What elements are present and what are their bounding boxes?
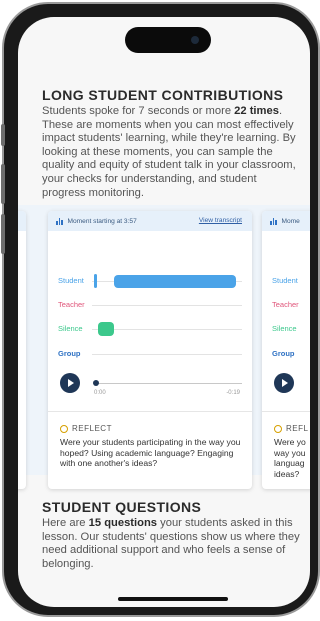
row-label-student: Student <box>272 276 298 285</box>
play-button[interactable] <box>274 373 294 393</box>
reflect-label: REFL <box>274 424 308 433</box>
volume-up-button <box>1 164 5 204</box>
card-divider <box>262 411 310 412</box>
moment-start-time: Mome <box>281 217 300 225</box>
student-segment <box>94 274 97 288</box>
scrubber-handle[interactable] <box>93 380 99 386</box>
home-indicator[interactable] <box>118 597 228 601</box>
phone-screen: LONG STUDENT CONTRIBUTIONS Students spok… <box>18 17 310 607</box>
group-track <box>92 354 242 355</box>
student-segment <box>114 275 236 288</box>
teacher-track <box>92 305 242 306</box>
lightbulb-icon <box>60 424 68 433</box>
student-questions-intro: Here are 15 questions your students aske… <box>42 517 300 570</box>
row-label-silence: Silence <box>58 324 83 333</box>
time-remaining: -0:19 <box>226 390 240 396</box>
audio-scrubber[interactable] <box>94 383 242 384</box>
reflect-label: REFLECT <box>60 424 112 433</box>
row-label-group: Group <box>58 349 81 358</box>
moment-card: Moment starting at 3:57 View transcript … <box>48 211 252 489</box>
moment-card-header: Mome <box>262 211 310 231</box>
moment-card-next[interactable]: Mome Student Teacher Silence Group REFL … <box>262 211 310 489</box>
row-label-student: Student <box>58 276 84 285</box>
silence-track <box>92 329 242 330</box>
bar-chart-icon <box>270 217 277 225</box>
moment-card-header <box>18 211 26 231</box>
volume-down-button <box>1 214 5 254</box>
row-label-teacher: Teacher <box>272 300 299 309</box>
camera-icon <box>191 36 199 44</box>
scroll-content[interactable]: LONG STUDENT CONTRIBUTIONS Students spok… <box>18 17 310 607</box>
silence-segment <box>98 322 114 336</box>
section-title-student-questions: STUDENT QUESTIONS <box>42 499 202 515</box>
view-transcript-link[interactable]: View transcript <box>199 217 242 224</box>
card-divider <box>48 411 252 412</box>
reflect-prompt: Were yo way you languag ideas? <box>274 437 306 479</box>
reflect-prompt: Were your students participating in the … <box>60 437 241 468</box>
lightbulb-icon <box>274 424 282 433</box>
row-label-silence: Silence <box>272 324 297 333</box>
section-title-long-contributions: LONG STUDENT CONTRIBUTIONS <box>42 87 284 103</box>
long-contributions-intro: Students spoke for 7 seconds or more 22 … <box>42 105 296 199</box>
mute-switch <box>1 124 5 146</box>
play-button[interactable] <box>60 373 80 393</box>
row-label-teacher: Teacher <box>58 300 85 309</box>
dynamic-island <box>125 27 211 53</box>
moment-card-previous[interactable] <box>18 211 26 489</box>
row-label-group: Group <box>272 349 295 358</box>
moment-start-time: Moment starting at 3:57 <box>67 217 137 225</box>
phone-frame: LONG STUDENT CONTRIBUTIONS Students spok… <box>1 2 320 617</box>
moment-card-header: Moment starting at 3:57 View transcript <box>48 211 252 231</box>
time-elapsed: 0:00 <box>94 390 106 396</box>
bar-chart-icon <box>56 217 63 225</box>
